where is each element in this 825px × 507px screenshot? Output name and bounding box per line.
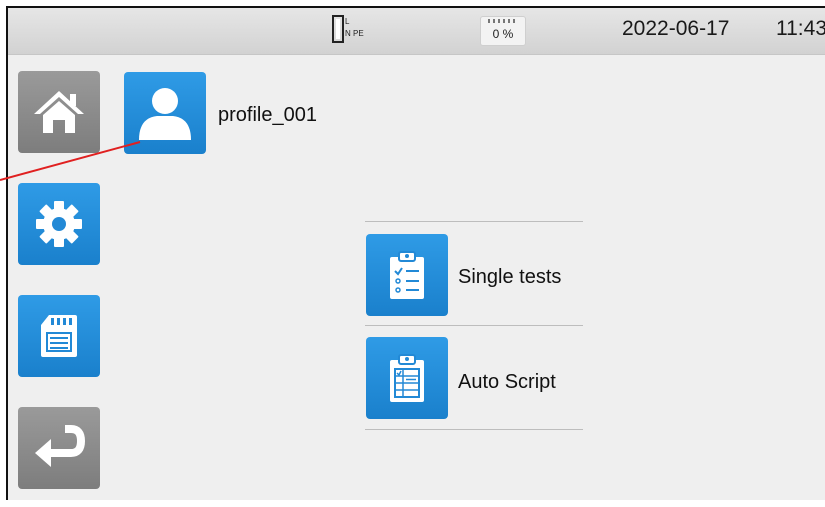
callout-pointer-line [0,141,141,181]
